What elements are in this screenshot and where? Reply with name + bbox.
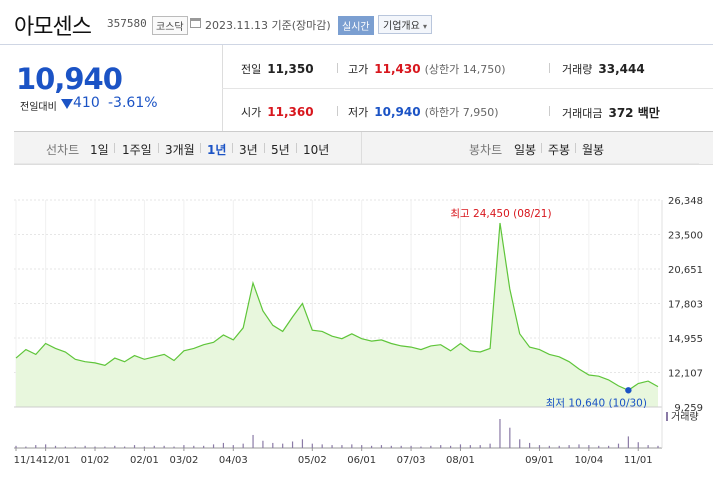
x-tick-label: 04/03 (219, 455, 248, 466)
price-chart: 26,34823,50020,65117,80314,95512,1079,25… (14, 163, 703, 466)
x-tick-label: 12/01 (42, 455, 71, 466)
min-annotation: 최저 10,640 (10/30) (546, 397, 647, 409)
amount-label: 거래대금 (562, 107, 603, 120)
trade-amount: 거래대금 372 백만 (562, 104, 660, 121)
quote-row-divider (222, 88, 713, 89)
prev-close: 전일 11,350 (241, 61, 314, 77)
amount-value: 372 백만 (608, 106, 660, 120)
low-value: 10,940 (374, 105, 421, 119)
stock-header: 아모센스 357580 코스닥 2023.11.13 기준(장마감) 실시간 기… (0, 0, 713, 44)
prev-close-label: 전일 (241, 63, 262, 76)
y-tick-label: 17,803 (668, 300, 703, 311)
quote-panel: 10,940 전일대비 410 -3.61% 전일 11,350 고가 11,430… (0, 45, 713, 131)
prev-close-value: 11,350 (267, 62, 314, 76)
chevron-down-icon: ▾ (423, 22, 428, 31)
x-tick-label: 11/01 (624, 455, 653, 466)
tab-separator (114, 143, 115, 153)
x-tick-label: 03/02 (169, 455, 198, 466)
line-chart-title: 선차트 (46, 143, 80, 157)
tab-separator (264, 143, 265, 153)
low-price: 저가 10,940 (하한가 7,950) (348, 104, 499, 120)
lower-limit: (하한가 7,950) (424, 106, 499, 119)
company-info-label: 기업개요 (383, 21, 420, 32)
tab-separator (200, 143, 201, 153)
down-triangle-icon (61, 99, 73, 109)
tabs-divider (361, 132, 362, 164)
x-tick-label: 09/01 (525, 455, 554, 466)
tab-3y[interactable]: 3년 (239, 141, 258, 158)
min-point (625, 387, 632, 394)
chart-tabs: 선차트 1일 1주일 3개월 1년 3년 5년 10년 봉차트 일봉 주봉 월봉 (14, 131, 713, 165)
tab-separator (232, 143, 233, 153)
high-value: 11,430 (374, 62, 421, 76)
x-tick-label: 08/01 (446, 455, 475, 466)
x-tick-label: 01/02 (81, 455, 110, 466)
stock-code: 357580 (107, 17, 147, 30)
y-tick-label: 26,348 (668, 196, 703, 207)
upper-limit: (상한가 14,750) (424, 63, 506, 76)
change-value: 410 (73, 95, 100, 111)
x-tick-label: 06/01 (347, 455, 376, 466)
change-label: 전일대비 (20, 102, 57, 113)
base-date: 2023.11.13 기준(장마감) (205, 19, 331, 32)
tab-10y[interactable]: 10년 (303, 141, 329, 158)
open-price: 시가 11,360 (241, 104, 314, 120)
cell-divider (549, 106, 550, 116)
tab-monthly[interactable]: 월봉 (582, 141, 604, 158)
candle-chart-title: 봉차트 (469, 143, 503, 157)
low-label: 저가 (348, 106, 369, 119)
x-tick-label: 10/04 (574, 455, 603, 466)
realtime-button[interactable]: 실시간 (338, 16, 374, 35)
y-tick-label: 23,500 (668, 230, 703, 241)
tab-5y[interactable]: 5년 (271, 141, 290, 158)
tab-3m[interactable]: 3개월 (165, 141, 195, 158)
x-tick-label: 11/14 (14, 455, 43, 466)
y-tick-label: 12,107 (668, 369, 703, 380)
tab-1y[interactable]: 1년 (207, 141, 226, 158)
tab-daily[interactable]: 일봉 (514, 141, 536, 158)
calendar-icon (190, 18, 201, 28)
tab-separator (296, 143, 297, 153)
price-area (16, 223, 658, 407)
tab-weekly[interactable]: 주봉 (548, 141, 570, 158)
volume: 거래량 33,444 (562, 61, 645, 77)
x-tick-label: 05/02 (298, 455, 327, 466)
cell-divider (337, 106, 338, 116)
y-tick-label: 20,651 (668, 265, 703, 276)
open-value: 11,360 (267, 105, 314, 119)
volume-value: 33,444 (598, 62, 645, 76)
high-price: 고가 11,430 (상한가 14,750) (348, 61, 506, 77)
cell-divider (337, 63, 338, 73)
tab-separator (541, 143, 542, 153)
stock-name: 아모센스 (14, 15, 92, 40)
volume-legend-label: 거래량 (671, 411, 699, 423)
volume-legend-swatch (666, 412, 668, 421)
change-percent: -3.61% (108, 95, 158, 111)
y-tick-label: 14,955 (668, 334, 703, 345)
open-label: 시가 (241, 106, 262, 119)
max-annotation: 최고 24,450 (08/21) (450, 208, 551, 220)
tab-separator (575, 143, 576, 153)
tab-1d[interactable]: 1일 (90, 141, 109, 158)
tab-1w[interactable]: 1주일 (122, 141, 152, 158)
current-price: 10,940 (16, 62, 123, 96)
x-tick-label: 02/01 (130, 455, 159, 466)
x-tick-label: 07/03 (397, 455, 426, 466)
company-info-dropdown[interactable]: 기업개요 ▾ (378, 15, 433, 34)
cell-divider (549, 63, 550, 73)
tab-separator (158, 143, 159, 153)
volume-label: 거래량 (562, 63, 593, 76)
market-badge: 코스닥 (152, 16, 188, 35)
high-label: 고가 (348, 63, 369, 76)
